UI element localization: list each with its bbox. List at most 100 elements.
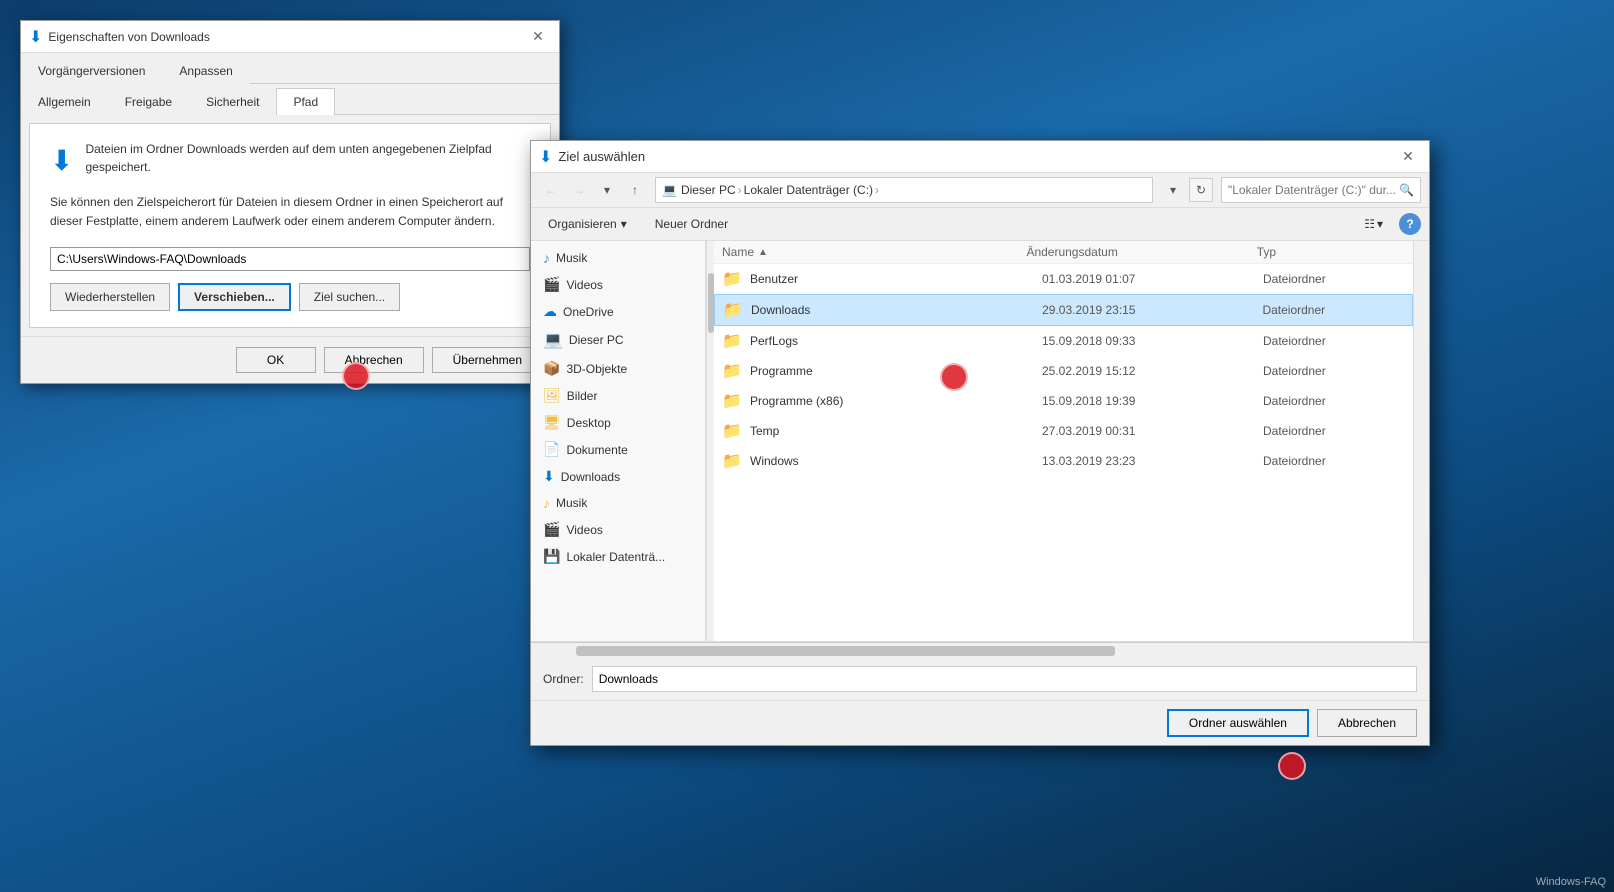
file-type-temp: Dateiordner <box>1263 424 1405 438</box>
desktop-icon: 🖥 <box>543 414 561 431</box>
scroll-track <box>531 644 1429 658</box>
sidebar-desktop[interactable]: 🖥 Desktop <box>531 409 705 436</box>
search-bar[interactable]: 🔍 <box>1221 177 1421 203</box>
sidebar-musik[interactable]: ♪ Musik <box>531 245 705 271</box>
view-icon: ☷ <box>1364 217 1375 231</box>
sidebar-downloads-label: Downloads <box>561 470 620 484</box>
horizontal-scrollbar[interactable] <box>531 642 1429 658</box>
organize-dropdown-icon: ▾ <box>621 217 627 231</box>
folder-icon-benutzer: 📁 <box>722 269 742 289</box>
sidebar-videos-label: Videos <box>566 278 602 292</box>
file-date-temp: 27.03.2019 00:31 <box>1042 424 1255 438</box>
onedrive-icon: ☁ <box>543 303 557 320</box>
videos2-icon: 🎬 <box>543 521 560 538</box>
folder-icon-programme-x86: 📁 <box>722 391 742 411</box>
folder-row: Ordner: Downloads <box>531 658 1429 700</box>
tab-allgemein[interactable]: Allgemein <box>21 88 108 115</box>
main-scrollbar[interactable] <box>1413 241 1429 641</box>
tab-vorgaengerversionen[interactable]: Vorgängerversionen <box>21 57 162 84</box>
view-button[interactable]: ☷ ▾ <box>1356 213 1391 235</box>
sidebar-bilder[interactable]: 🖼 Bilder <box>531 382 705 409</box>
nav-dropdown-button[interactable]: ▾ <box>595 178 619 202</box>
nav-up-button[interactable]: ↑ <box>623 178 647 202</box>
file-type-programme-x86: Dateiordner <box>1263 394 1405 408</box>
file-type-windows: Dateiordner <box>1263 454 1405 468</box>
action-buttons: Wiederherstellen Verschieben... Ziel suc… <box>50 283 530 311</box>
musik2-icon: ♪ <box>543 495 550 511</box>
dialog2-cancel-button[interactable]: Abbrechen <box>1317 709 1417 737</box>
address-bar[interactable]: 💻 Dieser PC › Lokaler Datenträger (C:) › <box>655 177 1153 203</box>
file-item-temp[interactable]: 📁 Temp 27.03.2019 00:31 Dateiordner <box>714 416 1413 446</box>
file-item-programme[interactable]: 📁 Programme 25.02.2019 15:12 Dateiordner <box>714 356 1413 386</box>
search-input[interactable] <box>1228 183 1399 197</box>
scroll-thumb <box>576 646 1115 656</box>
dialog1-title-text: Eigenschaften von Downloads <box>48 30 525 44</box>
sidebar-localdrive[interactable]: 💾 Lokaler Datenträ... <box>531 543 705 570</box>
organize-label: Organisieren <box>548 217 617 231</box>
refresh-button[interactable]: ↻ <box>1189 178 1213 202</box>
sidebar-videos2[interactable]: 🎬 Videos <box>531 516 705 543</box>
restore-button[interactable]: Wiederherstellen <box>50 283 170 311</box>
sidebar-desktop-label: Desktop <box>567 416 611 430</box>
dialog2-close-button[interactable]: ✕ <box>1395 144 1421 170</box>
folder-label: Ordner: <box>543 672 584 686</box>
musik-icon: ♪ <box>543 250 550 266</box>
col-header-date[interactable]: Änderungsdatum <box>1026 245 1248 259</box>
help-button[interactable]: ? <box>1399 213 1421 235</box>
cancel-button[interactable]: Abbrechen <box>324 347 424 373</box>
view-dropdown-icon: ▾ <box>1377 217 1383 231</box>
folder-input[interactable]: Downloads <box>592 666 1417 692</box>
col-header-name[interactable]: Name ▲ <box>722 245 1018 259</box>
folder-icon-windows: 📁 <box>722 451 742 471</box>
file-type-benutzer: Dateiordner <box>1263 272 1405 286</box>
organize-button[interactable]: Organisieren ▾ <box>539 212 636 236</box>
tab-sicherheit[interactable]: Sicherheit <box>189 88 276 115</box>
sidebar-videos[interactable]: 🎬 Videos <box>531 271 705 298</box>
file-item-perflogs[interactable]: 📁 PerfLogs 15.09.2018 09:33 Dateiordner <box>714 326 1413 356</box>
sidebar-musik-label: Musik <box>556 251 587 265</box>
localdrive-icon: 💾 <box>543 548 560 565</box>
tab-freigabe[interactable]: Freigabe <box>108 88 189 115</box>
dropdown-arrow-button[interactable]: ▾ <box>1161 178 1185 202</box>
file-list: 📁 Benutzer 01.03.2019 01:07 Dateiordner … <box>714 264 1413 641</box>
sidebar-thispc[interactable]: 💻 Dieser PC <box>531 325 705 355</box>
info-text1: Dateien im Ordner Downloads werden auf d… <box>85 140 530 176</box>
dialog2-titlebar: ⬇ Ziel auswählen ✕ <box>531 141 1429 173</box>
new-folder-button[interactable]: Neuer Ordner <box>644 212 739 236</box>
dialog1-title-icon: ⬇ <box>29 27 42 47</box>
sidebar-dokumente-label: Dokumente <box>566 443 627 457</box>
file-item-benutzer[interactable]: 📁 Benutzer 01.03.2019 01:07 Dateiordner <box>714 264 1413 294</box>
file-item-windows[interactable]: 📁 Windows 13.03.2019 23:23 Dateiordner <box>714 446 1413 476</box>
select-folder-button[interactable]: Ordner auswählen <box>1167 709 1309 737</box>
col-header-type[interactable]: Typ <box>1257 245 1405 259</box>
dialog1-close-button[interactable]: ✕ <box>525 24 551 50</box>
find-target-button[interactable]: Ziel suchen... <box>299 283 400 311</box>
move-button[interactable]: Verschieben... <box>178 283 291 311</box>
path-input[interactable]: C:\Users\Windows-FAQ\Downloads <box>50 247 530 271</box>
sidebar-onedrive[interactable]: ☁ OneDrive <box>531 298 705 325</box>
file-date-programme-x86: 15.09.2018 19:39 <box>1042 394 1255 408</box>
dialog2-footer: Ordner auswählen Abbrechen <box>531 700 1429 745</box>
sidebar-bilder-label: Bilder <box>567 389 598 403</box>
apply-button[interactable]: Übernehmen <box>432 347 543 373</box>
ok-button[interactable]: OK <box>236 347 316 373</box>
tab-anpassen[interactable]: Anpassen <box>162 57 249 84</box>
videos-icon: 🎬 <box>543 276 560 293</box>
file-item-programme-x86[interactable]: 📁 Programme (x86) 15.09.2018 19:39 Datei… <box>714 386 1413 416</box>
sidebar-downloads[interactable]: ⬇ Downloads <box>531 463 705 490</box>
bilder-icon: 🖼 <box>543 387 561 404</box>
tab-pfad[interactable]: Pfad <box>276 88 335 115</box>
sidebar-scroll-thumb <box>708 273 714 333</box>
file-name-downloads: Downloads <box>751 303 1034 317</box>
breadcrumb-thispc: Dieser PC <box>681 183 736 197</box>
nav-forward-button[interactable]: → <box>567 178 591 202</box>
sidebar-3dobjects[interactable]: 📦 3D-Objekte <box>531 355 705 382</box>
sidebar-scrollbar[interactable] <box>706 241 714 641</box>
file-type-downloads: Dateiordner <box>1262 303 1404 317</box>
sidebar-dokumente[interactable]: 📄 Dokumente <box>531 436 705 463</box>
sidebar-musik2[interactable]: ♪ Musik <box>531 490 705 516</box>
folder-icon-temp: 📁 <box>722 421 742 441</box>
file-item-downloads[interactable]: 📁 Downloads 29.03.2019 23:15 Dateiordner <box>714 294 1413 326</box>
nav-back-button[interactable]: ← <box>539 178 563 202</box>
search-icon: 🔍 <box>1399 183 1414 197</box>
